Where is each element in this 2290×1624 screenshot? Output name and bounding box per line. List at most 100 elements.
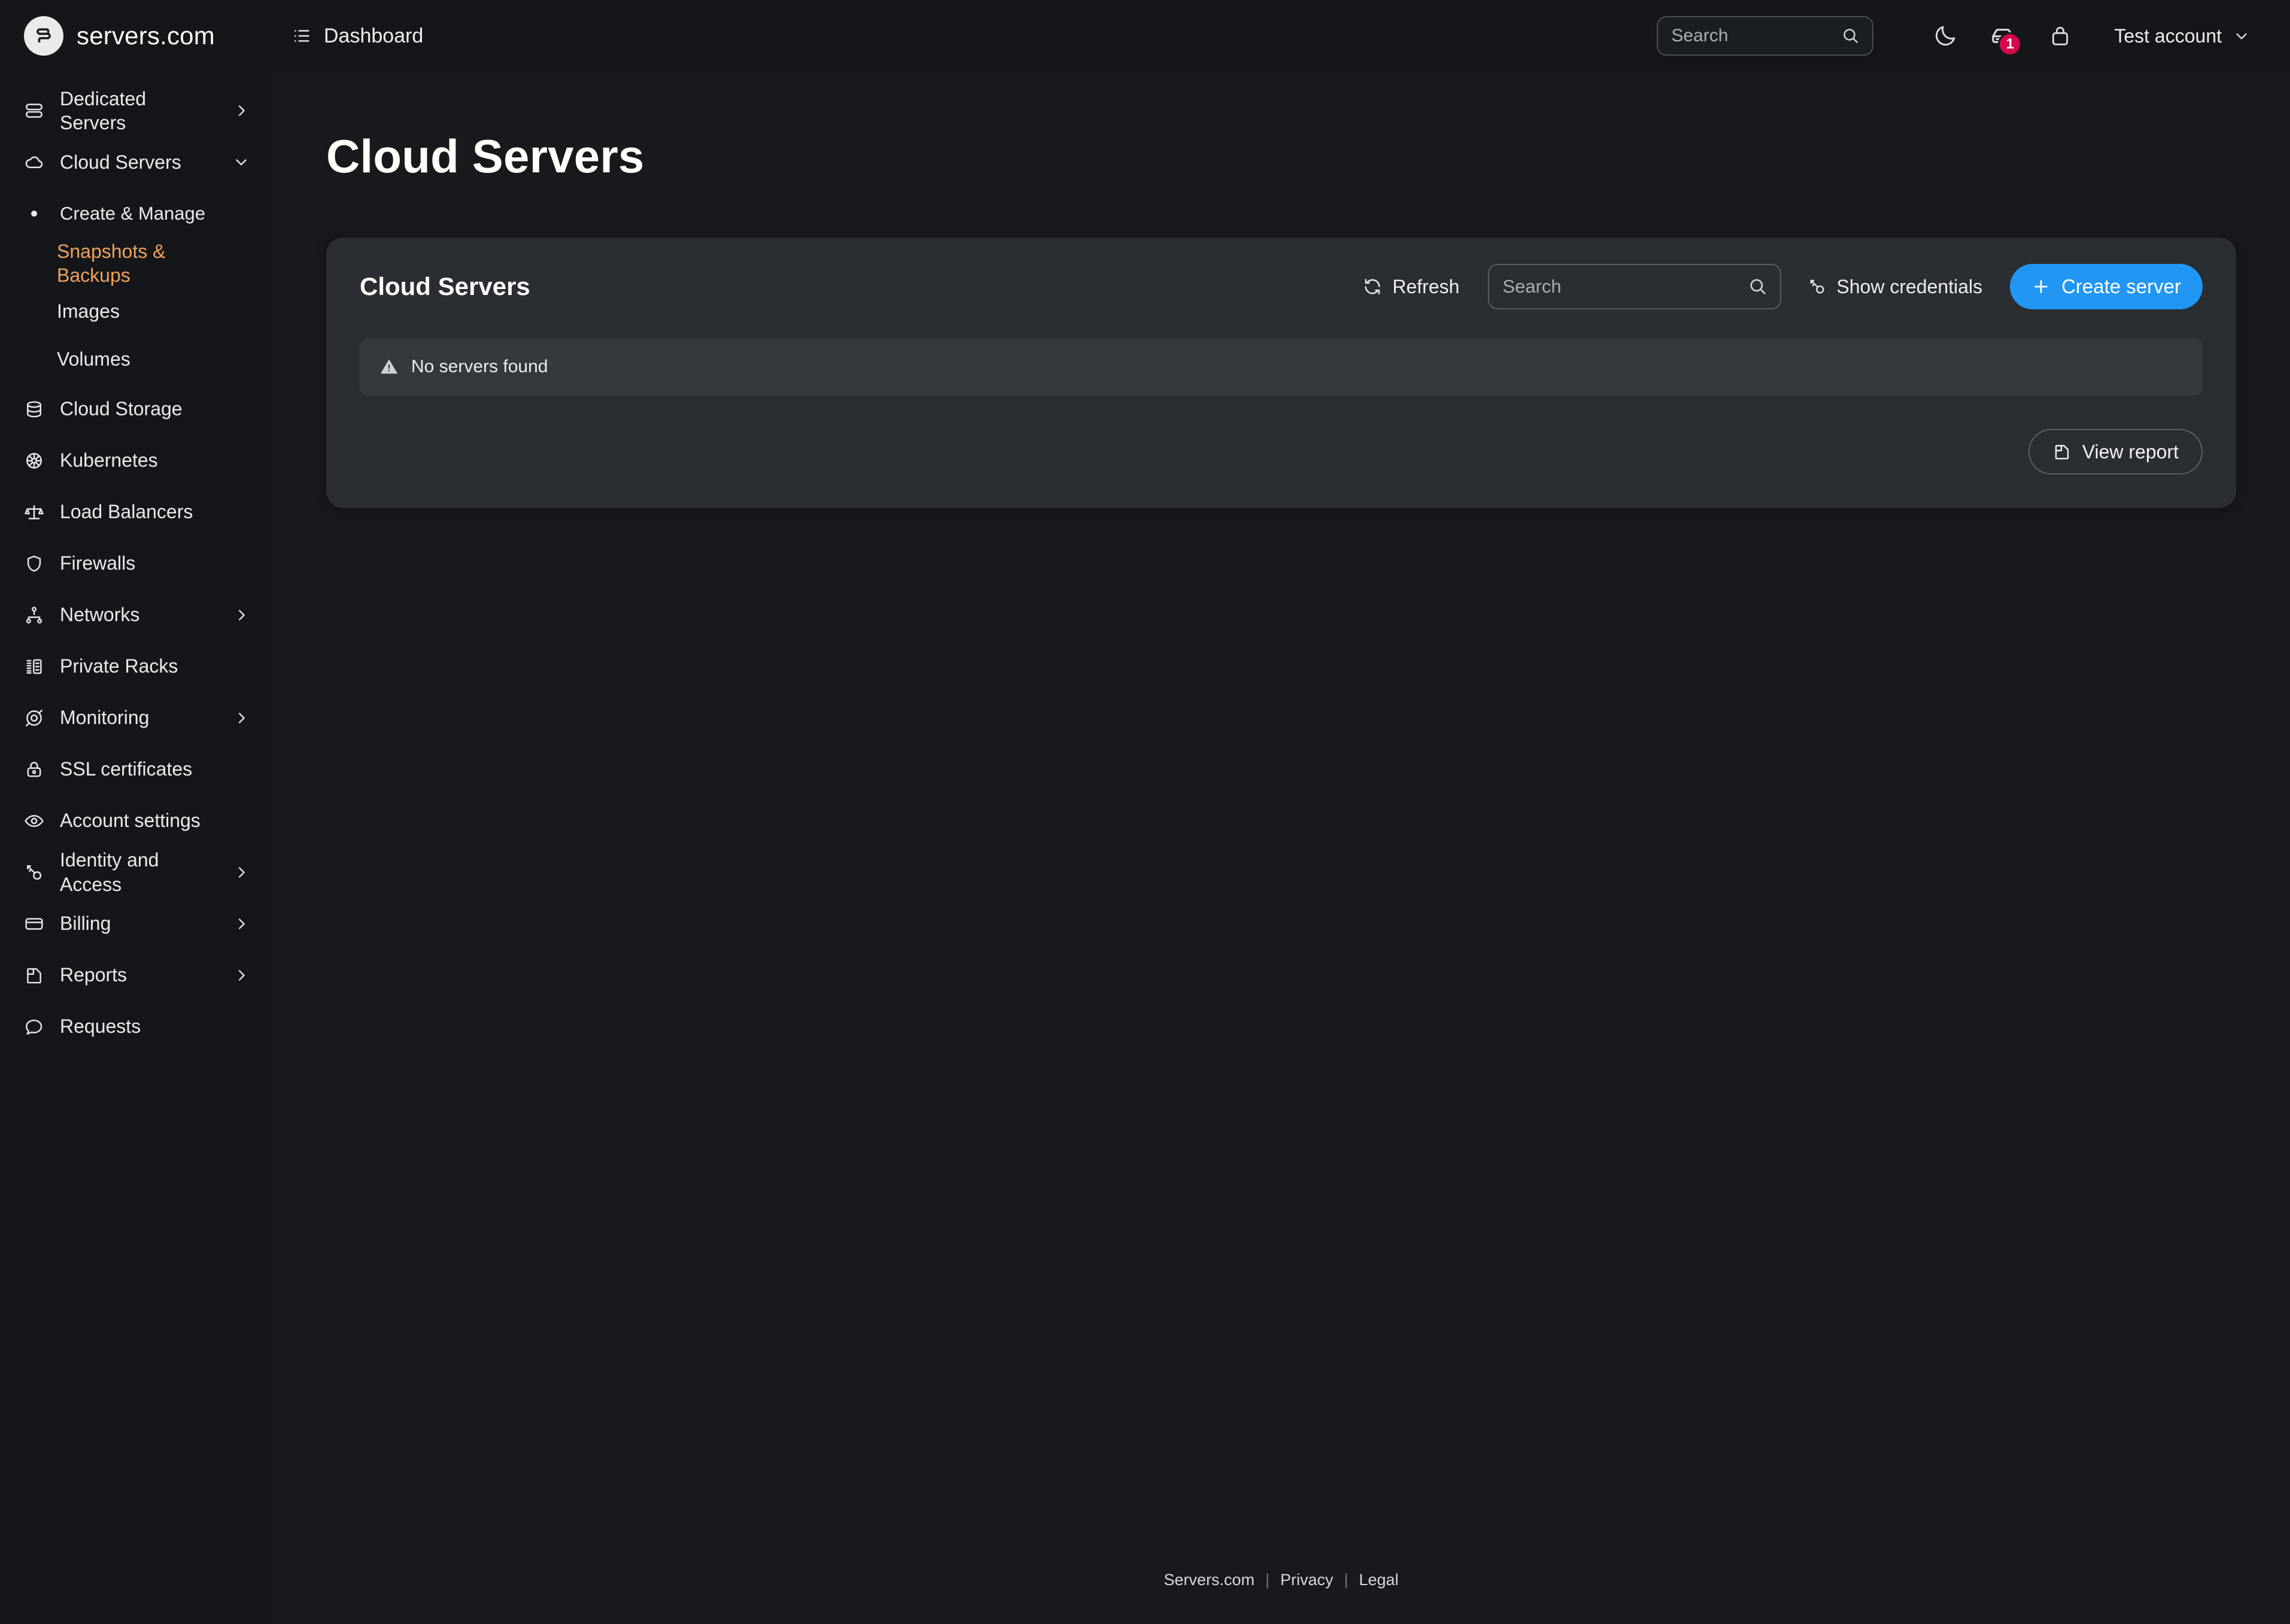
network-icon (24, 605, 44, 625)
bullet-icon (24, 211, 44, 217)
sidebar-item-label: Firewalls (60, 552, 136, 574)
report-icon (2052, 442, 2072, 461)
card-toolbar: Refresh Search Show credentials Create s… (1357, 264, 2203, 309)
sidebar-item-ssl-certificates[interactable]: SSL certificates (0, 744, 272, 795)
sidebar-item-label: Cloud Servers (60, 151, 181, 173)
card-icon (24, 914, 44, 934)
card-footer: View report (360, 429, 2203, 475)
main-content: Cloud Servers Cloud Servers Refresh Sear… (272, 72, 2290, 1624)
account-name: Test account (2114, 25, 2222, 47)
refresh-button[interactable]: Refresh (1357, 266, 1464, 307)
cloud-servers-card: Cloud Servers Refresh Search Show creden… (326, 238, 2236, 508)
sidebar-item-label: Dedicated Servers (60, 87, 147, 133)
shield-icon (24, 554, 44, 574)
sidebar-item-label: Billing (60, 913, 111, 935)
sidebar: Dedicated Servers Cloud Servers Create & M… (0, 72, 272, 1624)
brand[interactable]: servers.com (0, 16, 272, 56)
breadcrumb[interactable]: Dashboard (272, 25, 423, 48)
show-credentials-label: Show credentials (1836, 275, 1983, 297)
sidebar-item-kubernetes[interactable]: Kubernetes (0, 435, 272, 486)
card-search[interactable] (1488, 264, 1782, 309)
top-bar: servers.com Dashboard Search 1 Test acco… (0, 0, 2290, 72)
sidebar-item-billing[interactable]: Billing (0, 898, 272, 950)
sidebar-item-label: Monitoring (60, 707, 150, 729)
sidebar-item-volumes[interactable]: Volumes (0, 336, 272, 384)
sidebar-item-monitoring[interactable]: Monitoring (0, 692, 272, 744)
sidebar-item-private-racks[interactable]: Private Racks (0, 641, 272, 692)
top-bar-actions: 1 Test account (1657, 7, 2290, 65)
sidebar-item-images[interactable]: Images (0, 288, 272, 336)
sidebar-item-label: Load Balancers (60, 501, 193, 523)
footer-separator-2: | (1344, 1571, 1349, 1589)
sidebar-item-label: Snapshots & Backups (57, 241, 166, 287)
account-menu[interactable]: Test account (2114, 25, 2250, 47)
servers-badge: 1 (1998, 32, 2022, 56)
create-server-label: Create server (2061, 275, 2181, 297)
no-servers-alert: No servers found (360, 338, 2203, 396)
list-icon (291, 26, 312, 46)
chevron-right-icon[interactable] (233, 607, 250, 624)
sidebar-item-requests[interactable]: Requests (0, 1001, 272, 1053)
cloud-icon (24, 152, 44, 172)
sidebar-item-label: Identity and Access (60, 849, 159, 895)
sidebar-item-label: Account settings (60, 810, 201, 832)
sidebar-item-label: Kubernetes (60, 449, 158, 472)
view-report-button[interactable]: View report (2028, 429, 2203, 475)
lock-icon (24, 759, 44, 780)
search-input[interactable] (1658, 17, 1873, 54)
bag-icon (2048, 24, 2072, 48)
footer-link-servers[interactable]: Servers.com (1164, 1571, 1255, 1589)
breadcrumb-label: Dashboard (324, 24, 424, 47)
sidebar-item-create-manage[interactable]: Create & Manage (0, 188, 272, 239)
footer-link-privacy[interactable]: Privacy (1280, 1571, 1334, 1589)
footer-separator-1: | (1265, 1571, 1269, 1589)
sidebar-item-reports[interactable]: Reports (0, 950, 272, 1001)
search-icon (1841, 26, 1860, 45)
no-servers-alert-text: No servers found (411, 357, 548, 376)
theme-toggle-button[interactable] (1917, 7, 1974, 65)
search-icon (1748, 276, 1768, 297)
moon-icon (1933, 23, 1958, 48)
footer-link-legal[interactable]: Legal (1359, 1571, 1399, 1589)
global-search[interactable] (1657, 16, 1874, 56)
plus-icon (2031, 277, 2051, 296)
sidebar-item-label: Reports (60, 964, 127, 986)
sidebar-item-dedicated-servers[interactable]: Dedicated Servers (0, 85, 272, 136)
sidebar-item-identity-and-access[interactable]: Identity and Access (0, 847, 272, 898)
refresh-icon (1362, 276, 1383, 297)
sidebar-item-label: Images (57, 300, 120, 323)
sidebar-item-snapshots-backups[interactable]: Snapshots & Backups (0, 239, 272, 288)
sidebar-item-cloud-servers[interactable]: Cloud Servers (0, 136, 272, 188)
create-server-button[interactable]: Create server (2010, 264, 2203, 309)
sidebar-item-label: Private Racks (60, 655, 178, 677)
chat-icon (24, 1017, 44, 1037)
sidebar-item-label: Requests (60, 1015, 141, 1038)
servers-status-button[interactable]: 1 (1974, 7, 2031, 65)
sidebar-item-networks[interactable]: Networks (0, 589, 272, 641)
show-credentials-button[interactable]: Show credentials (1803, 266, 1987, 307)
target-icon (24, 708, 44, 728)
kubernetes-icon (24, 451, 44, 471)
key-icon (24, 862, 44, 883)
chevron-right-icon[interactable] (233, 102, 250, 119)
database-icon (24, 399, 44, 419)
chevron-down-icon (2233, 27, 2250, 45)
sidebar-item-label: SSL certificates (60, 758, 193, 780)
brand-name: servers.com (77, 22, 215, 50)
sidebar-item-account-settings[interactable]: Account settings (0, 795, 272, 847)
chevron-down-icon[interactable] (233, 154, 250, 171)
sidebar-item-load-balancers[interactable]: Load Balancers (0, 486, 272, 538)
page-title: Cloud Servers (326, 130, 645, 183)
warning-icon (379, 357, 399, 377)
app-root: servers.com Dashboard Search 1 Test acco… (0, 0, 2290, 1624)
card-search-input[interactable] (1489, 265, 1781, 308)
chevron-right-icon[interactable] (233, 710, 250, 726)
sidebar-item-cloud-storage[interactable]: Cloud Storage (0, 384, 272, 435)
sidebar-item-firewalls[interactable]: Firewalls (0, 538, 272, 589)
chevron-right-icon[interactable] (233, 864, 250, 881)
scales-icon (24, 502, 44, 522)
chevron-right-icon[interactable] (233, 916, 250, 932)
key-icon (1808, 277, 1827, 296)
cart-button[interactable] (2031, 7, 2089, 65)
chevron-right-icon[interactable] (233, 967, 250, 984)
